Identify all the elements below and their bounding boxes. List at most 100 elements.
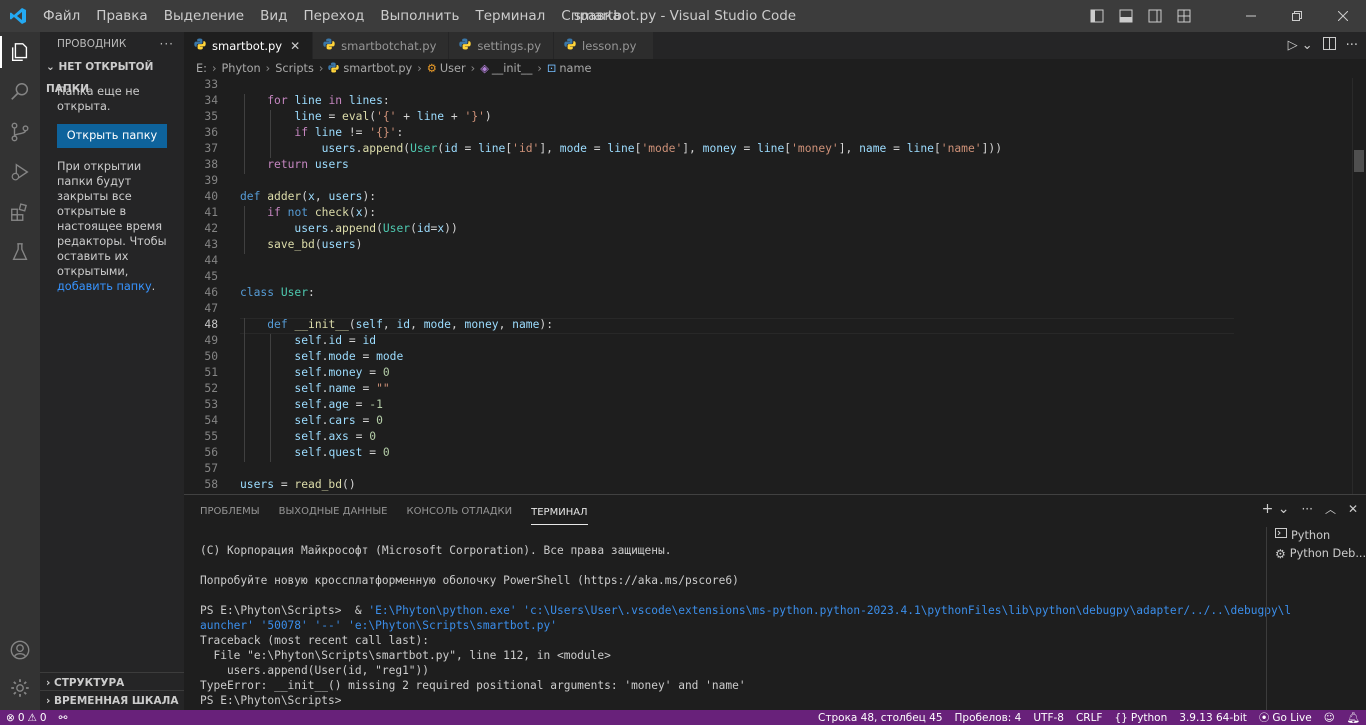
customize-layout-icon[interactable] <box>1169 0 1198 32</box>
terminal-item-python[interactable]: Python <box>1275 527 1366 545</box>
tab-terminal[interactable]: ТЕРМИНАЛ <box>531 501 588 525</box>
menu-selection[interactable]: Выделение <box>156 0 252 32</box>
menu-go[interactable]: Переход <box>295 0 372 32</box>
code-line[interactable]: 39 <box>184 173 1234 189</box>
end-of-line[interactable]: CRLF <box>1070 710 1109 725</box>
extensions-icon[interactable] <box>0 192 40 232</box>
run-debug-status-icon[interactable]: ⚯ <box>53 710 74 725</box>
accounts-icon[interactable] <box>0 630 40 670</box>
code-line[interactable]: 43 save_bd(users) <box>184 237 1234 253</box>
code-line[interactable]: 45 <box>184 269 1234 285</box>
tab-smartbot[interactable]: smartbot.py ✕ <box>184 32 314 59</box>
breadcrumb-variable[interactable]: name <box>559 62 591 75</box>
minimize-icon[interactable] <box>1228 0 1274 32</box>
breadcrumb-method[interactable]: __init__ <box>492 62 532 75</box>
menu-bar: Файл Правка Выделение Вид Переход Выполн… <box>35 0 629 32</box>
more-actions-icon[interactable]: ··· <box>160 32 174 56</box>
code-line[interactable]: 48 def __init__(self, id, mode, money, n… <box>184 317 1234 333</box>
code-line[interactable]: 34 for line in lines: <box>184 93 1234 109</box>
breadcrumb-folder[interactable]: Phyton <box>221 62 260 75</box>
menu-terminal[interactable]: Терминал <box>467 0 553 32</box>
run-file-icon[interactable]: ▷ ⌄ <box>1288 38 1313 53</box>
code-line[interactable]: 55 self.axs = 0 <box>184 429 1234 445</box>
scrollbar-thumb[interactable] <box>1354 150 1364 172</box>
code-line[interactable]: 40 def adder(x, users): <box>184 189 1234 205</box>
toggle-panel-icon[interactable] <box>1111 0 1140 32</box>
tab-output[interactable]: ВЫХОДНЫЕ ДАННЫЕ <box>279 495 388 529</box>
restore-icon[interactable] <box>1274 0 1320 32</box>
toggle-sidebar-icon[interactable] <box>1082 0 1111 32</box>
close-panel-icon[interactable]: ✕ <box>1348 502 1358 516</box>
cursor-position[interactable]: Строка 48, столбец 45 <box>812 710 949 725</box>
code-line[interactable]: 33 <box>184 78 1234 93</box>
encoding[interactable]: UTF-8 <box>1027 710 1070 725</box>
line-number: 46 <box>204 286 218 299</box>
split-editor-icon[interactable] <box>1322 37 1336 54</box>
code-line[interactable]: 58 users = read_bd() <box>184 477 1234 493</box>
terminal-line: PS E:\Phyton\Scripts> & 'E:\Phyton\pytho… <box>200 604 1292 617</box>
close-window-icon[interactable] <box>1320 0 1366 32</box>
problems-status[interactable]: ⊗ 0 ⚠ 0 <box>0 710 53 725</box>
code-line[interactable]: 47 <box>184 301 1234 317</box>
code-line[interactable]: 35 line = eval('{' + line + '}') <box>184 109 1234 125</box>
timeline-section[interactable]: › ВРЕМЕННАЯ ШКАЛА <box>40 690 184 710</box>
more-actions-icon[interactable]: ··· <box>1301 502 1312 516</box>
open-folder-button[interactable]: Открыть папку <box>57 124 167 148</box>
toggle-secondary-sidebar-icon[interactable] <box>1140 0 1169 32</box>
code-line[interactable]: 54 self.cars = 0 <box>184 413 1234 429</box>
search-icon[interactable] <box>0 72 40 112</box>
tab-settings[interactable]: settings.py <box>449 32 555 59</box>
code-line[interactable]: 38 return users <box>184 157 1234 173</box>
feedback-icon[interactable]: ☺ <box>1318 710 1341 725</box>
breadcrumb-folder[interactable]: Scripts <box>275 62 314 75</box>
code-editor[interactable]: 33 34 for line in lines: 35 line = eval('{… <box>184 78 1366 494</box>
terminal-item-python-debug[interactable]: ⚙ Python Deb... <box>1275 545 1366 563</box>
editor-scrollbar[interactable] <box>1352 78 1366 494</box>
tab-problems[interactable]: ПРОБЛЕМЫ <box>200 495 260 529</box>
language-mode[interactable]: {} Python <box>1108 710 1173 725</box>
menu-edit[interactable]: Правка <box>88 0 155 32</box>
terminal-line: Попробуйте новую кроссплатформенную обол… <box>200 574 739 587</box>
code-line[interactable]: 42 users.append(User(id=x)) <box>184 221 1234 237</box>
testing-flask-icon[interactable] <box>0 232 40 272</box>
run-debug-icon[interactable] <box>0 152 40 192</box>
new-terminal-icon[interactable]: + ⌄ <box>1262 501 1290 517</box>
python-interpreter[interactable]: 3.9.13 64-bit <box>1173 710 1253 725</box>
warning-icon: ⚠ <box>27 711 37 724</box>
more-actions-icon[interactable]: ··· <box>1346 38 1358 53</box>
close-tab-icon[interactable]: ✕ <box>290 39 300 53</box>
code-line[interactable]: 49 self.id = id <box>184 333 1234 349</box>
code-line[interactable]: 46 class User: <box>184 285 1234 301</box>
menu-run[interactable]: Выполнить <box>372 0 467 32</box>
code-line[interactable]: 36 if line != '{}': <box>184 125 1234 141</box>
menu-file[interactable]: Файл <box>35 0 88 32</box>
code-line[interactable]: 44 <box>184 253 1234 269</box>
menu-view[interactable]: Вид <box>252 0 295 32</box>
breadcrumb-file[interactable]: smartbot.py <box>343 62 412 75</box>
breadcrumb-class[interactable]: User <box>440 62 466 75</box>
code-line[interactable]: 53 self.age = -1 <box>184 397 1234 413</box>
tab-debug-console[interactable]: КОНСОЛЬ ОТЛАДКИ <box>406 495 512 529</box>
tab-smartbotchat[interactable]: smartbotchat.py <box>313 32 450 59</box>
source-control-icon[interactable] <box>0 112 40 152</box>
no-folder-section[interactable]: ⌄ НЕТ ОТКРЫТОЙ ПАПКИ <box>40 56 184 95</box>
add-folder-link[interactable]: добавить папку <box>57 280 152 293</box>
code-line[interactable]: 41 if not check(x): <box>184 205 1234 221</box>
explorer-icon[interactable] <box>0 32 40 72</box>
code-line[interactable]: 51 self.money = 0 <box>184 365 1234 381</box>
breadcrumb-drive[interactable]: E: <box>196 62 207 75</box>
code-line[interactable]: 50 self.mode = mode <box>184 349 1234 365</box>
indent-guide <box>244 206 245 254</box>
outline-section[interactable]: › СТРУКТУРА <box>40 672 184 692</box>
tab-lesson[interactable]: lesson.py <box>554 32 655 59</box>
code-line[interactable]: 52 self.name = "" <box>184 381 1234 397</box>
indentation[interactable]: Пробелов: 4 <box>949 710 1028 725</box>
go-live-button[interactable]: ⦿ Go Live <box>1253 710 1318 725</box>
code-line[interactable]: 37 users.append(User(id = line['id'], mo… <box>184 141 1234 157</box>
terminal-output[interactable]: (C) Корпорация Майкрософт (Microsoft Cor… <box>200 543 1292 708</box>
maximize-panel-icon[interactable]: ︿ <box>1325 501 1336 517</box>
settings-gear-icon[interactable] <box>0 668 40 708</box>
code-line[interactable]: 57 <box>184 461 1234 477</box>
notifications-bell-icon[interactable]: 🔔︎ <box>1341 710 1366 725</box>
code-line[interactable]: 56 self.quest = 0 <box>184 445 1234 461</box>
